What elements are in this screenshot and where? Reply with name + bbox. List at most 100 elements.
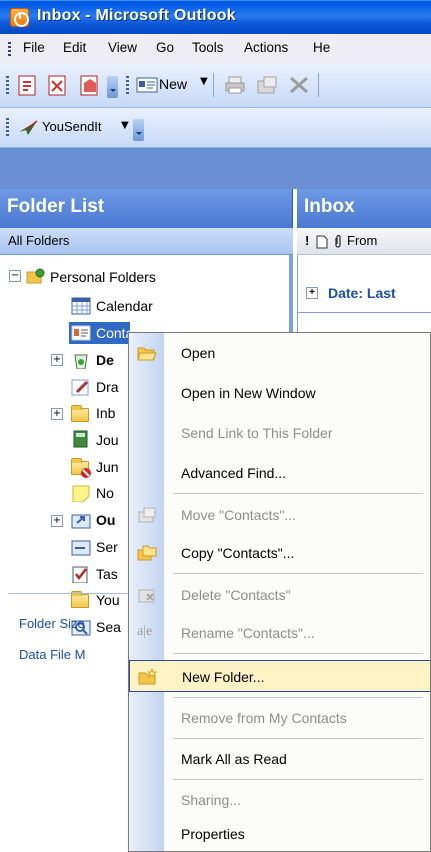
- toolbar-grip-2[interactable]: [126, 76, 129, 96]
- menu-item-rename[interactable]: a|e Rename "Contacts"...: [129, 617, 430, 649]
- toolbar-overflow-chevron[interactable]: [107, 76, 118, 98]
- title-bar: Inbox - Microsoft Outlook: [0, 0, 431, 34]
- new-mail-icon[interactable]: [136, 76, 158, 94]
- menu-item-remove-contacts-label: Remove from My Contacts: [181, 710, 347, 726]
- tree-personal-folders[interactable]: Personal Folders: [50, 269, 156, 285]
- standard-toolbar-row: New ▼: [0, 63, 431, 108]
- tree-outbox[interactable]: Ou: [96, 512, 115, 528]
- pane-gap: [0, 148, 431, 189]
- menu-item-open-new-window[interactable]: Open in New Window: [129, 377, 430, 409]
- toolbar-overflow-chevron-2[interactable]: [133, 119, 144, 141]
- menu-tools[interactable]: Tools: [192, 40, 224, 55]
- pdf-convert-icon[interactable]: [16, 74, 40, 98]
- expand-outbox[interactable]: +: [51, 515, 63, 527]
- notes-icon: [72, 485, 90, 502]
- folder-sizes-link[interactable]: Folder Size: [19, 616, 85, 631]
- menu-item-properties[interactable]: Properties: [129, 818, 430, 850]
- date-group-label: Date: Last: [328, 285, 396, 301]
- tree-calendar[interactable]: Calendar: [96, 298, 153, 314]
- tree-drafts[interactable]: Dra: [96, 379, 119, 395]
- menu-item-rename-label: Rename "Contacts"...: [181, 625, 315, 641]
- junk-blocked-icon: [81, 468, 91, 478]
- sent-items-icon: [71, 540, 91, 556]
- menu-item-mark-all-read[interactable]: Mark All as Read: [129, 743, 430, 775]
- menu-item-copy[interactable]: Copy "Contacts"...: [129, 537, 430, 569]
- drafts-icon: [71, 379, 89, 396]
- menu-item-open[interactable]: Open: [129, 337, 430, 369]
- menu-item-delete-label: Delete "Contacts": [181, 587, 291, 603]
- menu-item-delete[interactable]: Delete "Contacts": [129, 579, 430, 611]
- menu-item-sharing[interactable]: Sharing...: [129, 784, 430, 816]
- tree-sent-items[interactable]: Ser: [96, 539, 118, 555]
- data-file-management-link[interactable]: Data File M: [19, 647, 85, 662]
- toolbar-grip-3[interactable]: [6, 118, 9, 138]
- menu-item-properties-label: Properties: [181, 826, 245, 842]
- folder-context-menu: Open Open in New Window Send Link to Thi…: [128, 332, 431, 852]
- menu-separator-3: [173, 653, 423, 654]
- menu-item-open-new-window-label: Open in New Window: [181, 385, 316, 401]
- tree-yousendit[interactable]: You: [96, 592, 120, 608]
- outbox-icon: [71, 514, 91, 529]
- menu-go[interactable]: Go: [156, 40, 174, 55]
- menu-separator-1: [173, 493, 423, 494]
- yousendit-dropdown-arrow-icon[interactable]: ▼: [121, 120, 129, 131]
- print-icon[interactable]: [224, 75, 246, 95]
- yousendit-toolbar-row: YouSendIt ▼: [0, 108, 431, 148]
- tree-inbox[interactable]: Inb: [96, 405, 115, 421]
- outlook-clock-icon[interactable]: [10, 8, 29, 27]
- menu-item-new-folder[interactable]: New Folder...: [129, 660, 430, 692]
- menu-help[interactable]: He: [313, 40, 330, 55]
- menu-item-send-link-label: Send Link to This Folder: [181, 425, 333, 441]
- menu-file[interactable]: File: [23, 40, 45, 55]
- importance-column-icon[interactable]: !: [305, 233, 309, 248]
- inbox-header: Inbox: [297, 189, 431, 228]
- expand-date-group[interactable]: +: [306, 287, 318, 299]
- tree-search-folders[interactable]: Sea: [96, 619, 121, 635]
- date-group-underline: [298, 312, 431, 313]
- tree-journal[interactable]: Jou: [96, 432, 119, 448]
- pdf-folder-icon[interactable]: [78, 74, 102, 98]
- new-folder-icon: [138, 668, 158, 685]
- open-folder-icon: [137, 347, 157, 361]
- new-dropdown-arrow-icon[interactable]: ▼: [200, 76, 208, 87]
- from-column-header[interactable]: From: [347, 233, 377, 248]
- icon-column-icon[interactable]: [316, 235, 328, 249]
- expand-inbox[interactable]: +: [51, 408, 63, 420]
- new-button[interactable]: New: [159, 76, 187, 92]
- collapse-personal-folders[interactable]: −: [9, 270, 21, 282]
- inbox-column-headers: ! From: [297, 228, 431, 255]
- menu-item-advanced-find-label: Advanced Find...: [181, 465, 287, 481]
- rename-icon: a|e: [137, 624, 153, 639]
- contacts-icon: [71, 325, 91, 341]
- new-button-label: New: [159, 76, 188, 92]
- toolbar-grip[interactable]: [6, 76, 9, 96]
- menubar-grip[interactable]: [8, 42, 11, 56]
- toolbar-separator-2: [318, 73, 319, 97]
- menu-separator-2: [173, 573, 423, 574]
- menu-item-remove-contacts[interactable]: Remove from My Contacts: [129, 702, 430, 734]
- yousendit-plane-icon[interactable]: [17, 118, 39, 138]
- expand-deleted-items[interactable]: +: [51, 354, 63, 366]
- tree-deleted-items[interactable]: De: [96, 352, 114, 368]
- move-to-folder-icon[interactable]: [256, 75, 278, 95]
- menu-item-move[interactable]: Move "Contacts"...: [129, 499, 430, 531]
- menu-item-move-label: Move "Contacts"...: [181, 507, 296, 523]
- tasks-icon: [72, 566, 88, 583]
- menu-edit[interactable]: Edit: [63, 40, 86, 55]
- menu-bar: File Edit View Go Tools Actions He: [0, 34, 431, 63]
- menu-actions[interactable]: Actions: [244, 40, 288, 55]
- attachment-column-icon[interactable]: [334, 234, 342, 249]
- menu-separator-6: [173, 779, 423, 780]
- delete-icon[interactable]: [288, 75, 310, 95]
- tree-tasks[interactable]: Tas: [96, 566, 118, 582]
- tree-notes[interactable]: No: [96, 485, 114, 501]
- tree-junk[interactable]: Jun: [96, 459, 119, 475]
- yousendit-button[interactable]: YouSendIt: [42, 119, 102, 134]
- all-folders-dropdown[interactable]: All Folders: [0, 228, 293, 255]
- pdf-email-icon[interactable]: [46, 74, 70, 98]
- menu-separator-4: [173, 697, 423, 698]
- menu-item-send-link[interactable]: Send Link to This Folder: [129, 417, 430, 449]
- menu-item-mark-all-read-label: Mark All as Read: [181, 751, 287, 767]
- menu-view[interactable]: View: [108, 40, 137, 55]
- menu-item-advanced-find[interactable]: Advanced Find...: [129, 457, 430, 489]
